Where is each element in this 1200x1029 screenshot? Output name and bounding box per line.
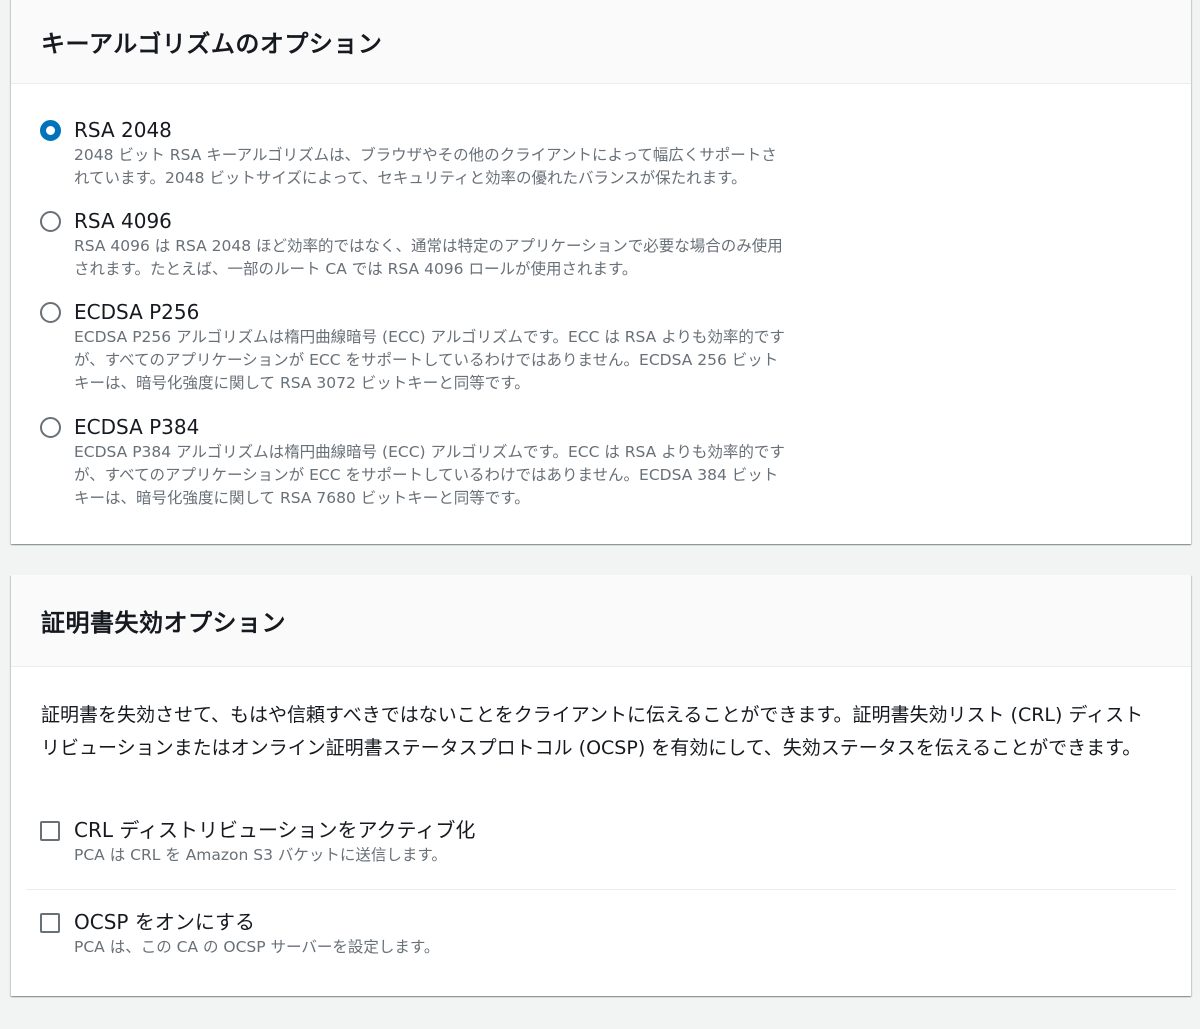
key-algorithm-title: キーアルゴリズムのオプション <box>41 30 383 58</box>
option-description: PCA は CRL を Amazon S3 バケットに送信します。 <box>74 846 447 864</box>
divider <box>26 889 1176 890</box>
key-algorithm-header: キーアルゴリズムのオプション <box>11 0 1191 84</box>
option-description: ECDSA P256 アルゴリズムは楕円曲線暗号 (ECC) アルゴリズムです。… <box>74 328 785 392</box>
option-description: 2048 ビット RSA キーアルゴリズムは、ブラウザやその他のクライアントによ… <box>74 146 777 187</box>
option-label[interactable]: OCSP をオンにする <box>74 908 870 936</box>
option-ecdsa384[interactable]: ECDSA P384 ECDSA P384 アルゴリズムは楕円曲線暗号 (ECC… <box>40 413 870 510</box>
option-rsa2048[interactable]: RSA 2048 2048 ビット RSA キーアルゴリズムは、ブラウザやその他… <box>40 116 870 190</box>
checkbox-ocsp[interactable] <box>40 913 60 933</box>
radio-ecdsa256[interactable] <box>40 302 61 323</box>
option-ecdsa256[interactable]: ECDSA P256 ECDSA P256 アルゴリズムは楕円曲線暗号 (ECC… <box>40 298 870 395</box>
key-algorithm-panel: キーアルゴリズムのオプション RSA 2048 2048 ビット RSA キーア… <box>11 0 1191 544</box>
option-label[interactable]: RSA 4096 <box>74 207 870 235</box>
option-ocsp[interactable]: OCSP をオンにする PCA は、この CA の OCSP サーバーを設定しま… <box>40 908 870 959</box>
radio-rsa2048[interactable] <box>40 120 61 141</box>
option-description: ECDSA P384 アルゴリズムは楕円曲線暗号 (ECC) アルゴリズムです。… <box>74 443 785 507</box>
option-label[interactable]: ECDSA P384 <box>74 413 870 441</box>
radio-rsa4096[interactable] <box>40 211 61 232</box>
option-description: PCA は、この CA の OCSP サーバーを設定します。 <box>74 938 440 956</box>
radio-ecdsa384[interactable] <box>40 417 61 438</box>
revocation-header: 証明書失効オプション <box>11 575 1191 667</box>
option-label[interactable]: CRL ディストリビューションをアクティブ化 <box>74 816 870 844</box>
revocation-description: 証明書を失効させて、もはや信頼すべきではないことをクライアントに伝えることができ… <box>41 704 1144 759</box>
revocation-panel: 証明書失効オプション 証明書を失効させて、もはや信頼すべきではないことをクライア… <box>11 575 1191 996</box>
checkbox-crl[interactable] <box>40 821 60 841</box>
option-label[interactable]: ECDSA P256 <box>74 298 870 326</box>
option-rsa4096[interactable]: RSA 4096 RSA 4096 は RSA 2048 ほど効率的ではなく、通… <box>40 207 870 281</box>
option-label[interactable]: RSA 2048 <box>74 116 870 144</box>
option-crl[interactable]: CRL ディストリビューションをアクティブ化 PCA は CRL を Amazo… <box>40 816 870 867</box>
option-description: RSA 4096 は RSA 2048 ほど効率的ではなく、通常は特定のアプリケ… <box>74 237 783 278</box>
revocation-title: 証明書失効オプション <box>41 609 286 637</box>
